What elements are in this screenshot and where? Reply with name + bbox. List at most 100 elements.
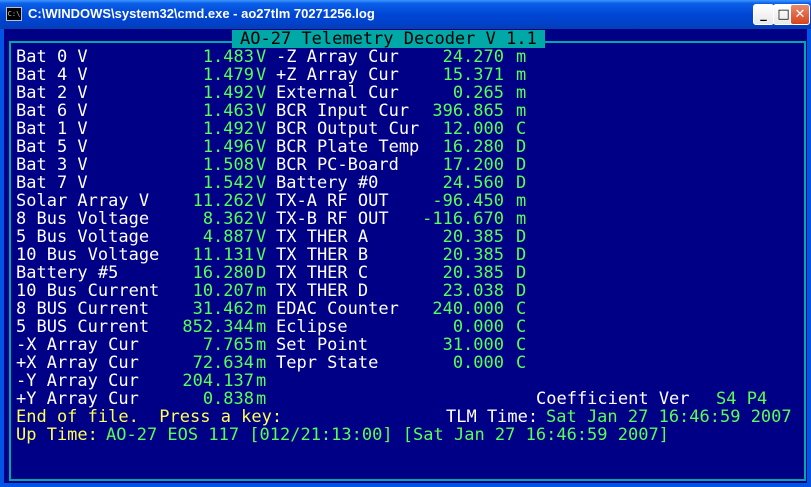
telemetry-unit: C — [516, 335, 527, 355]
telemetry-value: 16.280 — [192, 263, 254, 283]
telemetry-label: 10 Bus Voltage — [16, 245, 160, 265]
close-button[interactable]: ✕ — [790, 4, 810, 25]
telemetry-value: 1.492 — [202, 119, 254, 139]
telemetry-label: BCR Input Cur — [276, 101, 410, 121]
telemetry-unit: V — [256, 137, 267, 157]
telemetry-unit: D — [516, 227, 527, 247]
telemetry-unit: C — [516, 119, 527, 139]
telemetry-value: 10.207 — [192, 281, 254, 301]
telemetry-unit: V — [256, 47, 267, 67]
uptime-value: AO-27 EOS 117 [012/21:13:00] [Sat Jan 27… — [106, 425, 669, 445]
telemetry-unit: V — [256, 245, 267, 265]
window-border-right — [807, 29, 811, 483]
telemetry-label: Eclipse — [276, 317, 348, 337]
telemetry-value: 0.000 — [452, 353, 504, 373]
telemetry-value: 72.634 — [192, 353, 254, 373]
telemetry-unit: V — [256, 227, 267, 247]
telemetry-label: Bat 3 V — [16, 155, 88, 175]
telemetry-unit: V — [256, 155, 267, 175]
telemetry-unit: V — [256, 101, 267, 121]
telemetry-value: 0.000 — [452, 317, 504, 337]
coefficient-label: Coefficient Ver — [536, 389, 690, 409]
telemetry-unit: m — [516, 209, 527, 229]
telemetry-value: 24.560 — [442, 173, 504, 193]
tlm-time-value: Sat Jan 27 16:46:59 2007 — [546, 407, 792, 427]
telemetry-unit: C — [516, 317, 527, 337]
telemetry-value: 31.462 — [192, 299, 254, 319]
telemetry-value: 1.496 — [202, 137, 254, 157]
telemetry-unit: D — [516, 263, 527, 283]
telemetry-label: -X Array Cur — [16, 335, 139, 355]
telemetry-unit: C — [516, 353, 527, 373]
telemetry-unit: D — [516, 245, 527, 265]
telemetry-unit: D — [516, 281, 527, 301]
minimize-button[interactable]: _ — [753, 4, 774, 25]
telemetry-unit: V — [256, 119, 267, 139]
telemetry-label: Set Point — [276, 335, 369, 355]
window-title: C:\WINDOWS\system32\cmd.exe - ao27tlm 70… — [28, 6, 375, 21]
telemetry-unit: D — [516, 137, 527, 157]
end-of-file-prompt: End of file. Press a key: — [16, 407, 283, 427]
telemetry-label: BCR PC-Board — [276, 155, 399, 175]
telemetry-label: -Y Array Cur — [16, 371, 139, 391]
telemetry-value: 4.887 — [202, 227, 254, 247]
telemetry-label: -Z Array Cur — [276, 47, 399, 67]
cmd-icon[interactable]: C:\ — [6, 7, 22, 21]
console-area[interactable]: AO-27 Telemetry Decoder V 1.1 Coefficien… — [4, 29, 807, 483]
telemetry-label: 5 BUS Current — [16, 317, 150, 337]
coefficient-value: S4 P4 — [716, 389, 768, 409]
telemetry-unit: m — [256, 335, 267, 355]
telemetry-unit: D — [256, 263, 267, 283]
telemetry-unit: V — [256, 83, 267, 103]
telemetry-label: TX-A RF OUT — [276, 191, 389, 211]
telemetry-unit: m — [256, 371, 267, 391]
telemetry-label: Battery #0 — [276, 173, 379, 193]
telemetry-value: 16.280 — [442, 137, 504, 157]
telemetry-label: TX-B RF OUT — [276, 209, 389, 229]
telemetry-value: 0.838 — [202, 389, 254, 409]
telemetry-label: Bat 2 V — [16, 83, 88, 103]
console-window: C:\ C:\WINDOWS\system32\cmd.exe - ao27tl… — [0, 0, 811, 487]
telemetry-value: 396.865 — [432, 101, 504, 121]
telemetry-unit: D — [516, 173, 527, 193]
telemetry-label: Bat 6 V — [16, 101, 88, 121]
telemetry-unit: m — [256, 281, 267, 301]
telemetry-label: Solar Array V — [16, 191, 150, 211]
telemetry-value: 20.385 — [442, 245, 504, 265]
telemetry-unit: m — [516, 191, 527, 211]
telemetry-value: 1.542 — [202, 173, 254, 193]
telemetry-label: 8 Bus Voltage — [16, 209, 150, 229]
telemetry-label: +Z Array Cur — [276, 65, 399, 85]
telemetry-label: +Y Array Cur — [16, 389, 139, 409]
telemetry-value: -96.450 — [432, 191, 504, 211]
telemetry-unit: m — [256, 389, 267, 409]
telemetry-label: Tepr State — [276, 353, 379, 373]
telemetry-label: 8 BUS Current — [16, 299, 150, 319]
telemetry-label: 5 Bus Voltage — [16, 227, 150, 247]
telemetry-label: External Cur — [276, 83, 399, 103]
telemetry-label: Bat 0 V — [16, 47, 88, 67]
telemetry-value: 204.137 — [182, 371, 254, 391]
telemetry-label: 10 Bus Current — [16, 281, 160, 301]
telemetry-value: 24.270 — [442, 47, 504, 67]
tlm-time-label: TLM Time: — [446, 407, 539, 427]
telemetry-value: 15.371 — [442, 65, 504, 85]
telemetry-label: Bat 1 V — [16, 119, 88, 139]
telemetry-value: 852.344 — [182, 317, 254, 337]
telemetry-unit: m — [256, 299, 267, 319]
telemetry-label: EDAC Counter — [276, 299, 399, 319]
telemetry-value: 31.000 — [442, 335, 504, 355]
telemetry-value: 11.262 — [192, 191, 254, 211]
telemetry-label: TX THER C — [276, 263, 369, 283]
telemetry-unit: m — [516, 47, 527, 67]
telemetry-label: TX THER B — [276, 245, 369, 265]
telemetry-unit: V — [256, 209, 267, 229]
telemetry-value: 20.385 — [442, 227, 504, 247]
telemetry-unit: V — [256, 173, 267, 193]
telemetry-unit: m — [256, 353, 267, 373]
telemetry-unit: m — [516, 83, 527, 103]
telemetry-label: Bat 4 V — [16, 65, 88, 85]
telemetry-value: 1.508 — [202, 155, 254, 175]
uptime-label: Up Time: — [16, 425, 98, 445]
title-bar[interactable]: C:\ C:\WINDOWS\system32\cmd.exe - ao27tl… — [0, 0, 811, 29]
